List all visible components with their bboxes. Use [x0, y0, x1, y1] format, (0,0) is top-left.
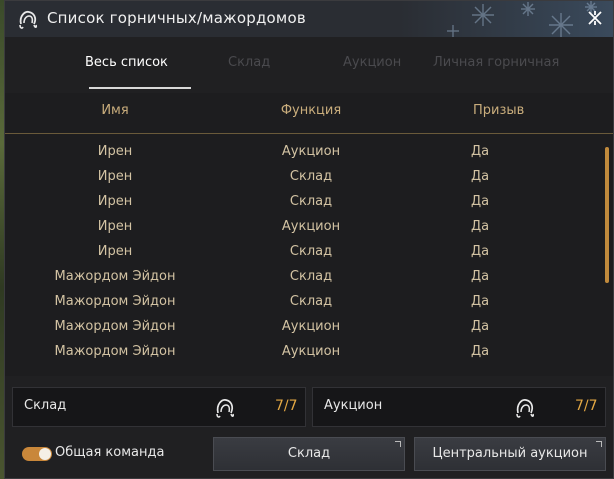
row-name: Мажордом Эйдон	[54, 344, 176, 359]
table-row[interactable]: Ирен Склад Да	[5, 191, 595, 216]
table-row[interactable]: Мажордом Эйдон Аукцион Да	[5, 341, 595, 366]
row-name: Ирен	[97, 194, 133, 209]
window-title: Список горничных/мажордомов	[47, 9, 306, 27]
column-name-header[interactable]: Имя	[35, 103, 195, 118]
warehouse-button[interactable]: Склад	[213, 437, 405, 471]
warehouse-summary-panel: Склад 7/7	[12, 387, 306, 427]
close-icon[interactable]	[585, 8, 605, 28]
expand-corner-icon	[395, 441, 401, 447]
column-summon-header[interactable]: Призыв	[473, 103, 524, 118]
row-summon: Да	[471, 219, 490, 234]
table-row[interactable]: Мажордом Эйдон Склад Да	[5, 291, 595, 316]
maid-icon	[516, 399, 534, 418]
column-function-header[interactable]: Функция	[231, 103, 391, 118]
warehouse-summary-label: Склад	[24, 398, 67, 413]
warehouse-button-label: Склад	[287, 446, 331, 461]
tab-personal-maid[interactable]: Личная горничная	[433, 55, 559, 70]
row-summon: Да	[471, 144, 490, 159]
row-summon: Да	[471, 169, 490, 184]
maid-icon	[216, 399, 234, 418]
row-function: Аукцион	[281, 319, 341, 334]
table-row[interactable]: Ирен Аукцион Да	[5, 216, 595, 241]
row-function: Склад	[289, 194, 333, 209]
row-function: Аукцион	[281, 344, 341, 359]
table-header: Имя Функция Призыв	[5, 93, 613, 134]
common-command-label: Общая команда	[55, 445, 165, 460]
tab-all-list[interactable]: Весь список	[85, 55, 168, 70]
row-summon: Да	[471, 319, 490, 334]
tab-warehouse[interactable]: Склад	[228, 55, 270, 70]
auction-summary-count: 7/7	[575, 398, 598, 414]
row-name: Ирен	[97, 244, 133, 259]
row-function: Аукцион	[281, 219, 341, 234]
common-command-toggle[interactable]	[22, 447, 52, 461]
row-function: Склад	[289, 169, 333, 184]
row-name: Мажордом Эйдон	[54, 294, 176, 309]
table-row[interactable]: Ирен Склад Да	[5, 166, 595, 191]
auction-summary-label: Аукцион	[324, 398, 383, 413]
maid-icon	[19, 11, 38, 29]
tab-auction[interactable]: Аукцион	[343, 55, 401, 70]
toggle-knob	[39, 448, 51, 460]
row-summon: Да	[471, 269, 490, 284]
tab-bar: Весь список Склад Аукцион Личная горничн…	[5, 37, 613, 89]
row-name: Ирен	[97, 144, 133, 159]
table-scrollbar[interactable]	[605, 147, 609, 283]
row-function: Склад	[289, 294, 333, 309]
title-bar[interactable]: Список горничных/мажордомов	[5, 1, 613, 37]
row-name: Ирен	[97, 169, 133, 184]
table-row[interactable]: Ирен Аукцион Да	[5, 141, 595, 166]
table-row[interactable]: Ирен Склад Да	[5, 241, 595, 266]
auction-summary-panel: Аукцион 7/7	[312, 387, 606, 427]
row-summon: Да	[471, 244, 490, 259]
central-auction-button[interactable]: Центральный аукцион	[414, 437, 606, 471]
warehouse-summary-count: 7/7	[275, 398, 298, 414]
row-summon: Да	[471, 194, 490, 209]
central-auction-button-label: Центральный аукцион	[432, 446, 588, 461]
row-summon: Да	[471, 294, 490, 309]
row-function: Склад	[289, 269, 333, 284]
maid-list-window: Список горничных/мажордомов Весь список …	[4, 0, 614, 479]
row-name: Мажордом Эйдон	[54, 319, 176, 334]
table-row[interactable]: Мажордом Эйдон Склад Да	[5, 266, 595, 291]
row-name: Ирен	[97, 219, 133, 234]
maid-table: Имя Функция Призыв Ирен Аукцион Да Ирен …	[5, 93, 613, 376]
active-tab-indicator	[89, 87, 191, 89]
table-row[interactable]: Мажордом Эйдон Аукцион Да	[5, 316, 595, 341]
row-function: Склад	[289, 244, 333, 259]
expand-corner-icon	[596, 441, 602, 447]
row-summon: Да	[471, 344, 490, 359]
row-function: Аукцион	[281, 144, 341, 159]
row-name: Мажордом Эйдон	[54, 269, 176, 284]
